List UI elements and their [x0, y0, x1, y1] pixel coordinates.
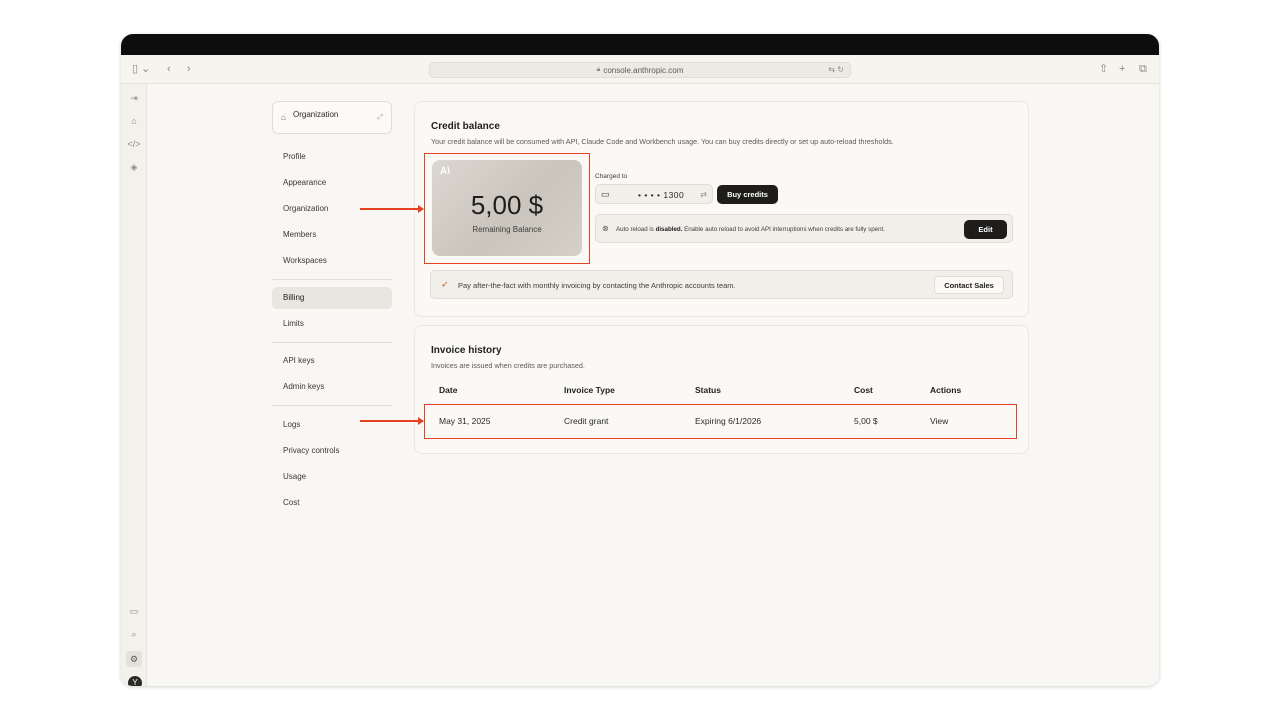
- gear-icon[interactable]: ⚙: [126, 651, 142, 667]
- credit-balance-description: Your credit balance will be consumed wit…: [431, 137, 894, 146]
- column-header-cost: Cost: [854, 385, 873, 395]
- share-icon[interactable]: ⇧: [1099, 63, 1108, 75]
- payment-method: ▭ • • • • 1300 ⇄: [595, 184, 713, 204]
- reload-icon[interactable]: ⇆ ↻: [828, 65, 844, 74]
- auto-reload-banner: ⊗ Auto reload is disabled. Enable auto r…: [595, 214, 1013, 243]
- sidebar-icon[interactable]: ▯ ⌄: [132, 63, 150, 75]
- nav-item-privacy-controls[interactable]: Privacy controls: [272, 440, 392, 462]
- column-header-actions: Actions: [930, 385, 962, 395]
- nav-divider: [272, 342, 392, 343]
- column-header-date: Date: [439, 385, 458, 395]
- book-icon[interactable]: ▭: [121, 606, 147, 617]
- nav-divider: [272, 279, 392, 280]
- invoice-history-title: Invoice history: [431, 345, 502, 356]
- invoice-history-description: Invoices are issued when credits are pur…: [431, 361, 585, 370]
- nav-item-appearance[interactable]: Appearance: [272, 172, 392, 194]
- annotation-arrow-balance: [360, 205, 424, 212]
- invoice-row-highlight-box: [424, 404, 1017, 439]
- rocket-icon: ➶: [441, 279, 449, 289]
- credit-balance-title: Credit balance: [431, 121, 500, 132]
- nav-item-usage[interactable]: Usage: [272, 466, 392, 488]
- url-text: console.anthropic.com: [603, 65, 684, 75]
- browser-toolbar: ▯ ⌄ ‹ › 🔒︎ console.anthropic.com ⇆ ↻ ⇧ +…: [121, 55, 1159, 84]
- nav-item-members[interactable]: Members: [272, 224, 392, 246]
- home-icon[interactable]: ⌂: [121, 116, 147, 126]
- nav-divider: [272, 405, 392, 406]
- chevron-right-icon[interactable]: ›: [187, 63, 191, 75]
- expand-icon: ⤢: [377, 114, 383, 121]
- nav-item-admin-keys[interactable]: Admin keys: [272, 376, 392, 398]
- tabs-icon[interactable]: ⧉: [1139, 63, 1147, 75]
- chevron-left-icon[interactable]: ‹: [167, 63, 171, 75]
- building-icon: ⌂: [281, 113, 286, 122]
- search-icon[interactable]: ⌕: [121, 629, 147, 640]
- plus-icon[interactable]: +: [1119, 63, 1125, 75]
- browser-window: ▯ ⌄ ‹ › 🔒︎ console.anthropic.com ⇆ ↻ ⇧ +…: [121, 34, 1159, 686]
- close-circle-icon: ⊗: [602, 224, 609, 233]
- edit-auto-reload-button[interactable]: Edit: [964, 220, 1007, 239]
- annotation-arrow-invoice: [360, 417, 424, 424]
- nav-item-workspaces[interactable]: Workspaces: [272, 250, 392, 272]
- swap-icon[interactable]: ⇄: [700, 190, 707, 199]
- buy-credits-button[interactable]: Buy credits: [717, 185, 778, 204]
- credit-card-icon: ▭: [601, 189, 610, 199]
- organization-selector-label: Organization: [293, 110, 339, 119]
- card-number: • • • • 1300: [638, 190, 685, 200]
- balance-highlight-box: [424, 153, 590, 264]
- collapse-icon[interactable]: ⇥: [121, 93, 147, 104]
- column-header-status: Status: [695, 385, 721, 395]
- nav-item-profile[interactable]: Profile: [272, 146, 392, 168]
- charged-to-label: Charged to: [595, 173, 628, 180]
- auto-reload-text: Auto reload is disabled. Enable auto rel…: [616, 226, 885, 233]
- invoicing-banner: ➶ Pay after-the-fact with monthly invoic…: [430, 270, 1013, 299]
- window-titlebar: [121, 34, 1159, 55]
- lock-icon: 🔒︎: [596, 66, 601, 73]
- contact-sales-button[interactable]: Contact Sales: [934, 276, 1004, 294]
- avatar[interactable]: Y: [128, 676, 142, 686]
- nav-item-api-keys[interactable]: API keys: [272, 350, 392, 372]
- address-bar[interactable]: 🔒︎ console.anthropic.com ⇆ ↻: [429, 62, 851, 78]
- icon-rail: ⇥ ⌂ </> ◈ ▭ ⌕ ⚙ Y: [121, 84, 147, 686]
- organization-selector[interactable]: ⌂ Organization ⤢: [272, 101, 392, 134]
- nav-item-limits[interactable]: Limits: [272, 313, 392, 335]
- nav-item-cost[interactable]: Cost: [272, 492, 392, 514]
- layers-icon[interactable]: ◈: [121, 162, 147, 173]
- code-icon[interactable]: </>: [121, 139, 147, 149]
- invoicing-text: Pay after-the-fact with monthly invoicin…: [458, 281, 736, 290]
- nav-item-logs[interactable]: Logs: [272, 414, 392, 436]
- column-header-invoice-type: Invoice Type: [564, 385, 615, 395]
- nav-item-billing[interactable]: Billing: [272, 287, 392, 309]
